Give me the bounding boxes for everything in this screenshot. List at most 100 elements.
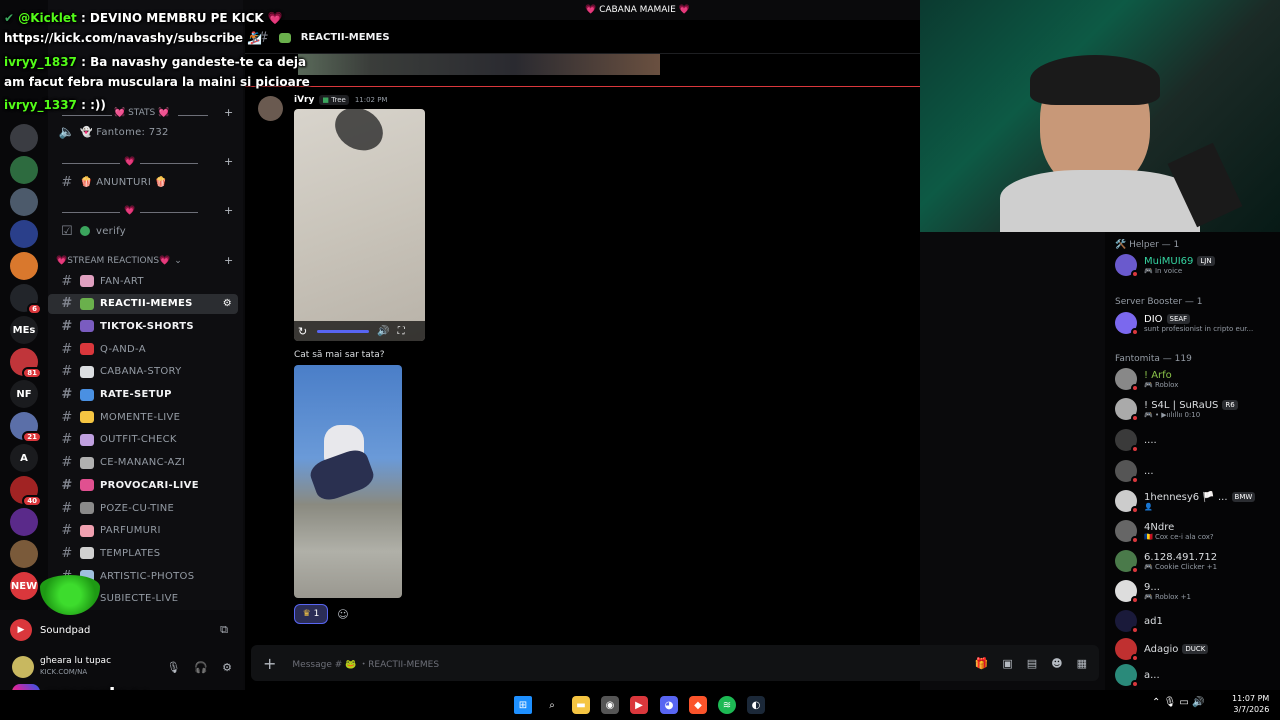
microphone-icon[interactable]: 🎙 bbox=[166, 661, 180, 674]
youtube-icon[interactable]: ▶ bbox=[630, 696, 648, 714]
server-icon-label: MEs bbox=[12, 324, 36, 336]
server-icon[interactable] bbox=[10, 156, 38, 184]
soundpad-row[interactable]: ▶ Soundpad ⧉ bbox=[10, 616, 240, 644]
channel-item[interactable]: # FAN-ART bbox=[48, 271, 238, 291]
video-attachment[interactable]: ↻ 🔊 ⛶ bbox=[294, 109, 425, 341]
channel-list: 💓 STATS 💓 + 🔈 👻 Fantome: 732 💗 + # 🍿 ANU… bbox=[48, 0, 243, 610]
server-icon[interactable] bbox=[10, 124, 38, 152]
replay-icon[interactable]: ↻ bbox=[298, 325, 307, 338]
add-channel-icon[interactable]: + bbox=[224, 254, 233, 267]
channel-item[interactable]: # OUTFIT-CHECK bbox=[48, 430, 238, 450]
gif-icon[interactable]: ▣ bbox=[1002, 657, 1012, 670]
volume-icon[interactable]: 🔊 bbox=[377, 326, 389, 337]
channel-item[interactable]: # REACTII-MEMES ⚙ bbox=[48, 293, 238, 314]
user-info[interactable]: gheara lu tupac KICK.COM/NA 🎙 🎧 ⚙ bbox=[12, 652, 240, 682]
add-reaction-icon[interactable]: ☺ bbox=[334, 604, 352, 624]
channel-verify[interactable]: ☑ verify bbox=[48, 221, 238, 241]
plus-icon[interactable]: + bbox=[263, 654, 276, 673]
brave-icon[interactable]: ◆ bbox=[689, 696, 707, 714]
channel-item[interactable]: # Q-AND-A bbox=[48, 339, 238, 359]
category-stream-reactions[interactable]: 💗STREAM REACTIONS💗 ⌄ bbox=[56, 256, 236, 266]
member-name: 6.128.491.712 bbox=[1144, 551, 1218, 563]
message-author-avatar[interactable] bbox=[258, 96, 283, 121]
discord-icon[interactable]: ◕ bbox=[660, 696, 678, 714]
chrome-icon[interactable]: ◉ bbox=[601, 696, 619, 714]
channel-item[interactable]: # RATE-SETUP bbox=[48, 385, 238, 405]
add-channel-icon[interactable]: + bbox=[224, 155, 233, 168]
server-icon[interactable]: 40 bbox=[10, 476, 42, 507]
member-item[interactable]: ! Arfo 🎮 Roblox bbox=[1115, 366, 1280, 392]
server-icon[interactable]: MEs bbox=[10, 316, 38, 344]
server-icon[interactable]: 6 bbox=[10, 284, 42, 315]
server-icon[interactable]: NF bbox=[10, 380, 38, 408]
member-item[interactable]: 9... 🎮 Roblox +1 bbox=[1115, 578, 1280, 604]
server-icon[interactable]: 81 bbox=[10, 348, 42, 379]
channel-item[interactable]: # TEMPLATES bbox=[48, 543, 238, 563]
message-composer[interactable]: + Message # 🐸 ・REACTII-MEMES 🎁 ▣ ▤ ☻ ▦ bbox=[251, 645, 1099, 681]
gift-icon[interactable]: 🎁 bbox=[975, 657, 989, 670]
member-item[interactable]: .... bbox=[1115, 427, 1280, 453]
channel-item[interactable]: # MOMENTE-LIVE bbox=[48, 407, 238, 427]
member-item[interactable]: ! S4L | SuRaUS R6 🎮 • ▶ıılıllıı 0:10 bbox=[1115, 396, 1280, 422]
tray-icons[interactable]: ⌃ 🎙 ▭ 🔊 bbox=[1152, 697, 1205, 708]
channel-item[interactable]: # TIKTOK-SHORTS bbox=[48, 316, 238, 336]
message-author[interactable]: iVry bbox=[294, 95, 314, 105]
channel-item[interactable]: # CE-MANANC-AZI bbox=[48, 453, 238, 473]
channel-name: POZE-CU-TINE bbox=[100, 502, 175, 514]
overlay-chat-line: ✔ @Kicklet : DEVINO MEMBRU PE KICK 💗 bbox=[4, 11, 283, 25]
channel-item[interactable]: # CABANA-STORY bbox=[48, 362, 238, 382]
channel-item[interactable]: # PARFUMURI bbox=[48, 521, 238, 541]
category-stats[interactable]: 💓 STATS 💓 bbox=[114, 108, 204, 118]
member-activity: sunt profesionist in cripto eur... bbox=[1144, 324, 1254, 333]
member-item[interactable]: 4Ndre 🇷🇴 Cox ce-i ala cox? bbox=[1115, 518, 1280, 544]
reaction-button[interactable]: ♛ 1 bbox=[294, 604, 328, 624]
member-item[interactable]: a... bbox=[1115, 662, 1280, 688]
windows-start-icon[interactable]: ⊞ bbox=[514, 696, 532, 714]
volume-slider[interactable] bbox=[317, 329, 370, 333]
server-icon[interactable]: 21 bbox=[10, 412, 42, 443]
server-icon[interactable]: NEW bbox=[10, 572, 38, 600]
member-group-fantomita: Fantomita — 119 bbox=[1115, 354, 1192, 364]
status-dot bbox=[1131, 445, 1139, 453]
add-channel-icon[interactable]: + bbox=[224, 106, 233, 119]
channel-item[interactable]: # PROVOCARI-LIVE bbox=[48, 475, 238, 495]
sticker-icon[interactable]: ▤ bbox=[1027, 657, 1037, 670]
member-name: ! S4L | SuRaUS bbox=[1144, 399, 1219, 411]
gear-icon[interactable]: ⚙ bbox=[222, 661, 232, 674]
member-item[interactable]: ... bbox=[1115, 458, 1280, 484]
previous-attachment-image[interactable] bbox=[298, 54, 660, 75]
reaction-count: 1 bbox=[313, 609, 320, 619]
add-channel-icon[interactable]: + bbox=[224, 204, 233, 217]
new-messages-divider bbox=[245, 86, 920, 87]
member-item[interactable]: DIO SEAF sunt profesionist in cripto eur..… bbox=[1115, 310, 1280, 336]
server-icon[interactable] bbox=[10, 252, 38, 280]
channel-name: SUBIECTE-LIVE bbox=[100, 593, 179, 605]
avatar bbox=[1115, 550, 1139, 574]
apps-icon[interactable]: ▦ bbox=[1077, 657, 1087, 670]
server-icon[interactable] bbox=[10, 188, 38, 216]
voice-channel-fantome[interactable]: 🔈 👻 Fantome: 732 bbox=[48, 122, 238, 142]
spotify-icon[interactable]: ≋ bbox=[718, 696, 736, 714]
clock[interactable]: 11:07 PM 3/7/2026 bbox=[1232, 693, 1269, 715]
channel-settings-icon[interactable]: ⚙ bbox=[223, 298, 232, 309]
file-explorer-icon[interactable]: ▬ bbox=[572, 696, 590, 714]
server-icon[interactable] bbox=[10, 508, 38, 536]
channel-anunturi[interactable]: # 🍿 ANUNTURI 🍿 bbox=[48, 172, 238, 192]
emoji-icon[interactable]: ☻ bbox=[1051, 657, 1062, 670]
member-item[interactable]: MuiMUI69 LJN 🎮 In voice bbox=[1115, 252, 1280, 278]
steam-icon[interactable]: ◐ bbox=[747, 696, 765, 714]
screen-share-icon[interactable]: ⧉ bbox=[220, 623, 228, 637]
server-icon[interactable] bbox=[10, 220, 38, 248]
server-icon[interactable]: A bbox=[10, 444, 38, 472]
member-item[interactable]: Adagio DUCK bbox=[1115, 636, 1280, 662]
member-item[interactable]: ad1 bbox=[1115, 608, 1280, 634]
member-item[interactable]: 6.128.491.712 🎮 Cookie Clicker +1 bbox=[1115, 548, 1280, 574]
image-attachment[interactable] bbox=[294, 365, 402, 598]
search-icon[interactable]: ⌕ bbox=[543, 696, 561, 714]
headphones-icon[interactable]: 🎧 bbox=[194, 661, 208, 674]
message-input[interactable]: Message # 🐸 ・REACTII-MEMES bbox=[292, 657, 439, 670]
server-icon[interactable] bbox=[10, 540, 38, 568]
member-item[interactable]: 1hennesy6 🏳️ ... BMW 👤 bbox=[1115, 488, 1280, 514]
channel-item[interactable]: # POZE-CU-TINE bbox=[48, 498, 238, 518]
fullscreen-icon[interactable]: ⛶ bbox=[398, 326, 405, 337]
